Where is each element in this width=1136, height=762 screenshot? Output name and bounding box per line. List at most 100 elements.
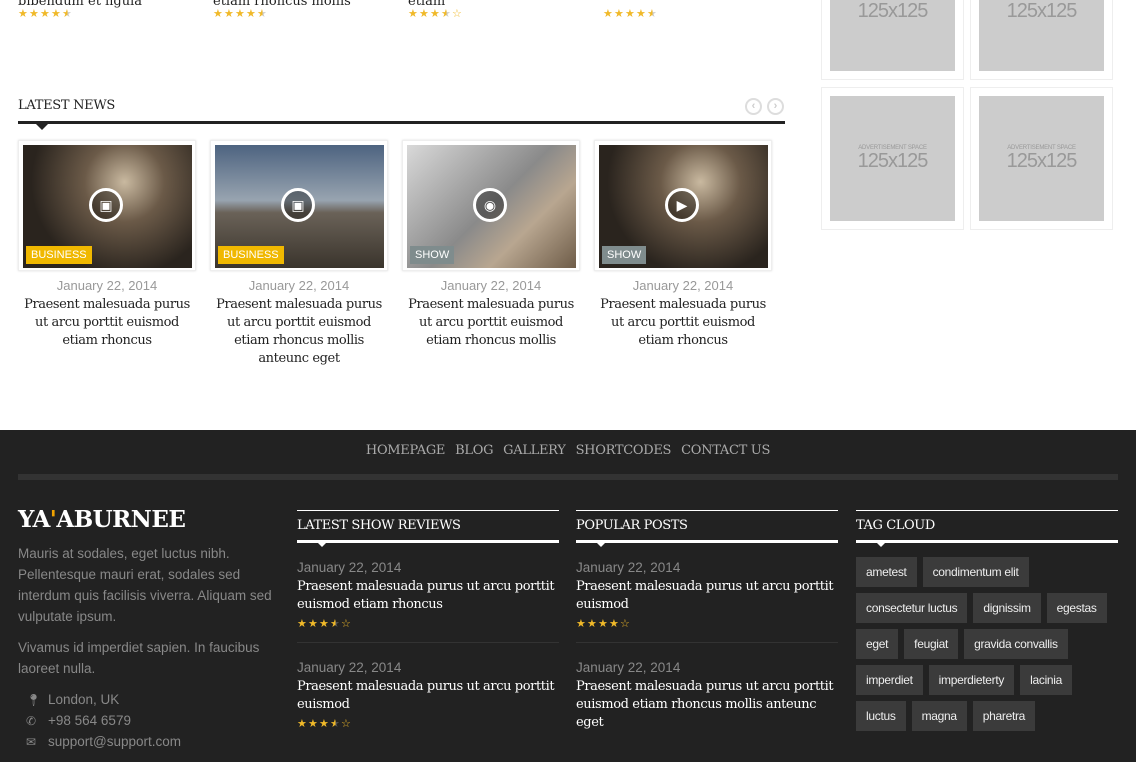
star-rating: ★★★★★	[603, 8, 657, 20]
category-badge[interactable]: BUSINESS	[26, 246, 92, 264]
ad-size: 125x125	[857, 0, 929, 22]
phone-icon: ✆	[26, 714, 37, 728]
news-thumbnail[interactable]: ▣ BUSINESS	[210, 140, 388, 271]
tag-link[interactable]: gravida convallis	[964, 629, 1068, 659]
news-title[interactable]: Praesent malesuada purus ut arcu porttit…	[594, 296, 772, 350]
arrow-right-circle-icon[interactable]: ›	[767, 98, 784, 115]
post-title[interactable]: Praesent malesuada purus ut arcu porttit…	[297, 678, 559, 714]
news-thumbnail[interactable]: ▶ SHOW	[594, 140, 772, 271]
footer: HOMEPAGE BLOG GALLERY SHORTCODES CONTACT US …	[0, 430, 1136, 762]
tag-link[interactable]: egestas	[1046, 593, 1107, 623]
footer-divider	[18, 474, 1118, 480]
popular-posts: POPULAR POSTS January 22, 2014 Praesent m…	[576, 510, 838, 744]
about-text: Vivamus id imperdiet sapien. In faucibus…	[18, 640, 260, 676]
post-title[interactable]: Praesent malesuada purus ut arcu porttit…	[297, 578, 559, 614]
latest-news-title: LATEST NEWS	[18, 98, 116, 113]
pointer-triangle	[36, 124, 48, 130]
contact-email[interactable]: ✉ support@support.com	[26, 731, 181, 753]
latest-show-reviews: LATEST SHOW REVIEWS January 22, 2014 Prae…	[297, 510, 559, 742]
camera-icon[interactable]: ◉	[473, 188, 507, 222]
contact-phone: ✆ +98 564 6579	[26, 710, 131, 732]
play-icon[interactable]: ▶	[665, 188, 699, 222]
post-title[interactable]: Praesent malesuada purus ut arcu porttit…	[576, 578, 838, 614]
ad-size: 125x125	[857, 150, 929, 172]
top-review-item[interactable]: etiam rhoncus mollis ★★★★★	[213, 0, 393, 20]
tag-link[interactable]: dignissim	[973, 593, 1041, 623]
tag-link[interactable]: magna	[911, 701, 967, 731]
news-date: January 22, 2014	[632, 278, 734, 293]
category-badge[interactable]: BUSINESS	[218, 246, 284, 264]
star-rating: ★★★★☆	[408, 8, 462, 20]
post-item[interactable]: January 22, 2014 Praesent malesuada purus…	[297, 543, 559, 643]
top-review-item[interactable]: bibendum et ligula ★★★★★	[18, 0, 198, 20]
tag-link[interactable]: feugiat	[904, 629, 959, 659]
news-card[interactable]: ▣ BUSINESS January 22, 2014 Praesent malesu…	[210, 140, 388, 368]
image-icon[interactable]: ▣	[89, 188, 123, 222]
news-title[interactable]: Praesent malesuada purus ut arcu porttit…	[18, 296, 196, 350]
ad-slot[interactable]: ADVERTISEMENT SPACE125x125	[970, 0, 1113, 80]
star-rating: ★★★★★	[18, 8, 72, 20]
post-item[interactable]: January 22, 2014 Praesent malesuada purus…	[576, 543, 838, 643]
news-card[interactable]: ◉ SHOW January 22, 2014 Praesent malesuada …	[402, 140, 580, 350]
ad-slot[interactable]: ADVERTISEMENT SPACE125x125	[821, 87, 964, 230]
news-date: January 22, 2014	[56, 278, 158, 293]
news-date: January 22, 2014	[440, 278, 542, 293]
tag-link[interactable]: ametest	[856, 557, 917, 587]
footer-nav-link[interactable]: SHORTCODES	[576, 443, 672, 458]
star-rating: ★★★★☆	[576, 618, 630, 630]
footer-nav-link[interactable]: CONTACT US	[681, 443, 770, 458]
ad-slot[interactable]: ADVERTISEMENT SPACE125x125	[970, 87, 1113, 230]
news-title[interactable]: Praesent malesuada purus ut arcu porttit…	[402, 296, 580, 350]
about-text: Mauris at sodales, eget luctus nibh. Pel…	[18, 546, 272, 624]
ad-size: 125x125	[1006, 0, 1078, 22]
tag-link[interactable]: lacinia	[1020, 665, 1073, 695]
widget-title: TAG CLOUD	[856, 510, 1118, 547]
arrow-left-circle-icon[interactable]: ‹	[745, 98, 762, 115]
post-item[interactable]: January 22, 2014 Praesent malesuada purus…	[297, 643, 559, 742]
footer-nav: HOMEPAGE BLOG GALLERY SHORTCODES CONTACT US	[0, 443, 1136, 458]
post-date: January 22, 2014	[576, 560, 681, 575]
footer-logo[interactable]: YA'ABURNEE	[18, 506, 186, 533]
section-divider	[18, 121, 785, 124]
star-rating: ★★★★★	[213, 8, 267, 20]
envelope-icon: ✉	[26, 735, 37, 749]
news-date: January 22, 2014	[248, 278, 350, 293]
post-title[interactable]: Praesent malesuada purus ut arcu porttit…	[576, 678, 838, 732]
category-badge[interactable]: SHOW	[410, 246, 455, 264]
tag-link[interactable]: pharetra	[972, 701, 1036, 731]
news-title[interactable]: Praesent malesuada purus ut arcu porttit…	[210, 296, 388, 368]
post-item[interactable]: January 22, 2014 Praesent malesuada purus…	[576, 643, 838, 744]
ad-size: 125x125	[1006, 150, 1078, 172]
item-title[interactable]: etiam	[408, 0, 588, 8]
contact-location: 📍︎ London, UK	[26, 689, 119, 711]
news-card[interactable]: ▶ SHOW January 22, 2014 Praesent malesuada …	[594, 140, 772, 350]
tag-link[interactable]: luctus	[856, 701, 906, 731]
widget-title: LATEST SHOW REVIEWS	[297, 510, 559, 547]
footer-nav-link[interactable]: HOMEPAGE	[366, 443, 446, 458]
news-thumbnail[interactable]: ▣ BUSINESS	[18, 140, 196, 271]
image-icon[interactable]: ▣	[281, 188, 315, 222]
news-card[interactable]: ▣ BUSINESS January 22, 2014 Praesent malesu…	[18, 140, 196, 350]
item-title[interactable]: etiam rhoncus mollis	[213, 0, 393, 8]
category-badge[interactable]: SHOW	[602, 246, 647, 264]
tag-link[interactable]: imperdieterty	[928, 665, 1015, 695]
footer-nav-link[interactable]: BLOG	[455, 443, 493, 458]
post-date: January 22, 2014	[297, 660, 402, 675]
top-review-item[interactable]: etiam ★★★★☆	[408, 0, 588, 20]
item-title[interactable]	[603, 0, 783, 8]
tag-cloud: TAG CLOUD ametest condimentum elit consect…	[856, 510, 1118, 731]
map-pin-icon: 📍︎	[26, 693, 42, 707]
star-rating: ★★★★☆	[297, 718, 351, 730]
item-title[interactable]: bibendum et ligula	[18, 0, 198, 8]
tag-link[interactable]: condimentum elit	[922, 557, 1029, 587]
top-review-item[interactable]: ★★★★★	[603, 0, 783, 20]
tag-link[interactable]: consectetur luctus	[856, 593, 968, 623]
ad-slot[interactable]: ADVERTISEMENT SPACE125x125	[821, 0, 964, 80]
tag-link[interactable]: eget	[856, 629, 899, 659]
tag-link[interactable]: imperdiet	[856, 665, 923, 695]
post-date: January 22, 2014	[297, 560, 402, 575]
post-date: January 22, 2014	[576, 660, 681, 675]
footer-nav-link[interactable]: GALLERY	[503, 443, 566, 458]
star-rating: ★★★★☆	[297, 618, 351, 630]
news-thumbnail[interactable]: ◉ SHOW	[402, 140, 580, 271]
